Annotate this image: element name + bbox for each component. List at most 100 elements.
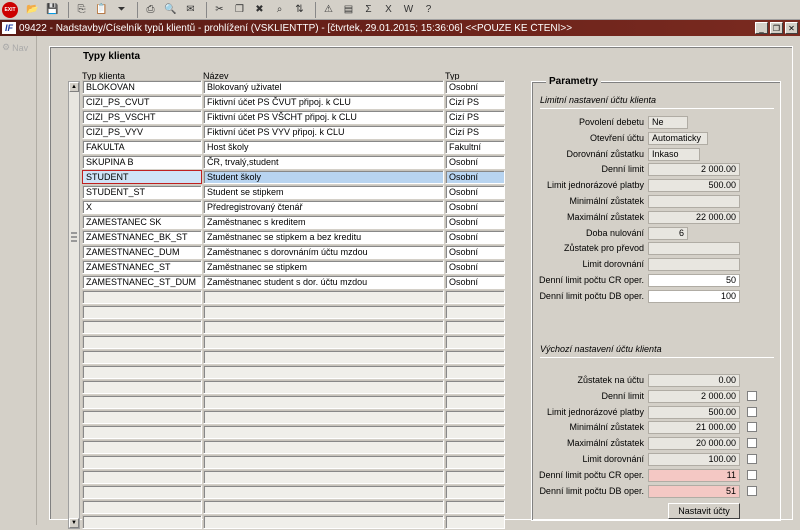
empty-cell[interactable] <box>445 410 505 424</box>
table-row[interactable] <box>82 380 506 394</box>
cell-code[interactable]: SKUPINA B <box>82 155 202 169</box>
empty-cell[interactable] <box>82 485 202 499</box>
empty-cell[interactable] <box>82 365 202 379</box>
limit-value[interactable]: Inkaso <box>648 147 700 161</box>
table-row[interactable] <box>82 320 506 334</box>
empty-cell[interactable] <box>82 305 202 319</box>
empty-cell[interactable] <box>203 350 444 364</box>
table-row[interactable]: BLOKOVAN Blokovaný uživatel Osobní <box>82 80 506 94</box>
set-accounts-button[interactable]: Nastavit účty <box>668 503 740 519</box>
default-checkbox[interactable] <box>747 438 757 449</box>
table-row[interactable]: CIZI_PS_VSCHT Fiktivní účet PS VŠCHT přip… <box>82 110 506 124</box>
table-row[interactable]: STUDENT Student školy Osobní <box>82 170 506 184</box>
empty-cell[interactable] <box>203 455 444 469</box>
empty-cell[interactable] <box>82 380 202 394</box>
default-value[interactable]: 51 <box>648 484 740 498</box>
cell-code[interactable]: CIZI_PS_CVUT <box>82 95 202 109</box>
find-icon[interactable]: ⌕ <box>271 2 288 18</box>
empty-cell[interactable] <box>445 380 505 394</box>
empty-cell[interactable] <box>203 290 444 304</box>
table-row[interactable] <box>82 290 506 304</box>
folder-icon[interactable]: 📂 <box>24 2 41 18</box>
cell-code[interactable]: X <box>82 200 202 214</box>
cell-type[interactable]: Osobní <box>445 170 505 184</box>
empty-cell[interactable] <box>203 485 444 499</box>
cell-code[interactable]: STUDENT <box>82 170 202 184</box>
limit-value[interactable]: 100 <box>648 289 740 303</box>
limit-value[interactable]: 500.00 <box>648 179 740 193</box>
scroll-down-icon[interactable]: ▼ <box>69 518 79 528</box>
table-row[interactable]: ZAMESTNANEC_BK_ST Zaměstnanec se stipkem … <box>82 230 506 244</box>
empty-cell[interactable] <box>445 350 505 364</box>
table-row[interactable] <box>82 440 506 454</box>
chart-icon[interactable]: ▤ <box>340 2 357 18</box>
default-checkbox[interactable] <box>747 390 757 401</box>
cell-name[interactable]: Zaměstnanec s dorovnáním účtu mzdou <box>203 245 444 259</box>
empty-cell[interactable] <box>445 395 505 409</box>
warning-icon[interactable]: ⚠ <box>320 2 337 18</box>
table-row[interactable] <box>82 365 506 379</box>
empty-cell[interactable] <box>445 500 505 514</box>
cell-name[interactable]: Student se stipkem <box>203 185 444 199</box>
default-checkbox[interactable] <box>747 485 757 496</box>
default-checkbox[interactable] <box>747 454 757 464</box>
default-value[interactable]: 0.00 <box>648 374 740 387</box>
word-icon[interactable]: W <box>400 2 417 18</box>
scroll-grip[interactable] <box>71 232 77 234</box>
cell-name[interactable]: Fiktivní účet PS VŠCHT připoj. k CLU <box>203 110 444 124</box>
table-row[interactable] <box>82 515 506 529</box>
empty-cell[interactable] <box>445 515 505 529</box>
empty-cell[interactable] <box>82 440 202 454</box>
table-row[interactable]: ZAMESTNANEC_ST_DUM Zaměstnanec student s … <box>82 275 506 289</box>
table-row[interactable]: ZAMESTANEC SK Zaměstnanec s kreditem Osobn… <box>82 215 506 229</box>
table-row[interactable]: SKUPINA B ČR, trvalý,student Osobní <box>82 155 506 169</box>
empty-cell[interactable] <box>82 455 202 469</box>
empty-cell[interactable] <box>82 320 202 334</box>
cell-code[interactable]: ZAMESTNANEC_BK_ST <box>82 230 202 244</box>
cell-type[interactable]: Osobní <box>445 275 505 289</box>
table-row[interactable] <box>82 470 506 484</box>
limit-value[interactable] <box>648 258 740 272</box>
cell-type[interactable]: Fakultní <box>445 140 505 154</box>
table-row[interactable]: X Předregistrovaný čtenář Osobní <box>82 200 506 214</box>
empty-cell[interactable] <box>203 395 444 409</box>
empty-cell[interactable] <box>203 515 444 529</box>
grid-scrollbar[interactable]: ▲ ▼ <box>68 81 80 529</box>
empty-cell[interactable] <box>82 410 202 424</box>
excel-icon[interactable]: X <box>380 2 397 18</box>
mail-icon[interactable]: ✉ <box>182 2 199 18</box>
empty-cell[interactable] <box>445 470 505 484</box>
cell-type[interactable]: Osobní <box>445 155 505 169</box>
empty-cell[interactable] <box>82 470 202 484</box>
cell-type[interactable]: Osobní <box>445 245 505 259</box>
cell-name[interactable]: Host školy <box>203 140 444 154</box>
preview-icon[interactable]: 🔍 <box>162 2 179 18</box>
empty-cell[interactable] <box>445 290 505 304</box>
limit-value[interactable]: 22 000.00 <box>648 210 740 224</box>
empty-cell[interactable] <box>445 455 505 469</box>
cell-type[interactable]: Osobní <box>445 185 505 199</box>
cell-name[interactable]: Student školy <box>203 170 444 184</box>
empty-cell[interactable] <box>203 365 444 379</box>
limit-value[interactable]: Ne <box>648 116 688 129</box>
paste-icon[interactable]: 📋 <box>93 2 110 18</box>
cell-code[interactable]: STUDENT_ST <box>82 185 202 199</box>
table-row[interactable] <box>82 485 506 499</box>
scroll-grip[interactable] <box>71 236 77 238</box>
default-value[interactable]: 100.00 <box>648 453 740 466</box>
cell-code[interactable]: ZAMESTNANEC_ST_DUM <box>82 275 202 289</box>
filter-icon[interactable]: ⏷ <box>113 2 130 18</box>
table-row[interactable] <box>82 425 506 439</box>
default-value[interactable]: 2 000.00 <box>648 389 740 403</box>
cut-icon[interactable]: ✂ <box>211 2 228 18</box>
table-row[interactable]: CIZI_PS_CVUT Fiktivní účet PS ČVUT připoj… <box>82 95 506 109</box>
empty-cell[interactable] <box>82 395 202 409</box>
limit-value[interactable] <box>648 242 740 256</box>
restore-icon[interactable]: ❐ <box>770 22 783 34</box>
table-row[interactable]: STUDENT_ST Student se stipkem Osobní <box>82 185 506 199</box>
cell-code[interactable]: CIZI_PS_VSCHT <box>82 110 202 124</box>
cell-name[interactable]: Fiktivní účet PS VYV připoj. k CLU <box>203 125 444 139</box>
empty-cell[interactable] <box>203 305 444 319</box>
cell-type[interactable]: Osobní <box>445 230 505 244</box>
table-row[interactable]: ZAMESTNANEC_DUM Zaměstnanec s dorovnáním … <box>82 245 506 259</box>
